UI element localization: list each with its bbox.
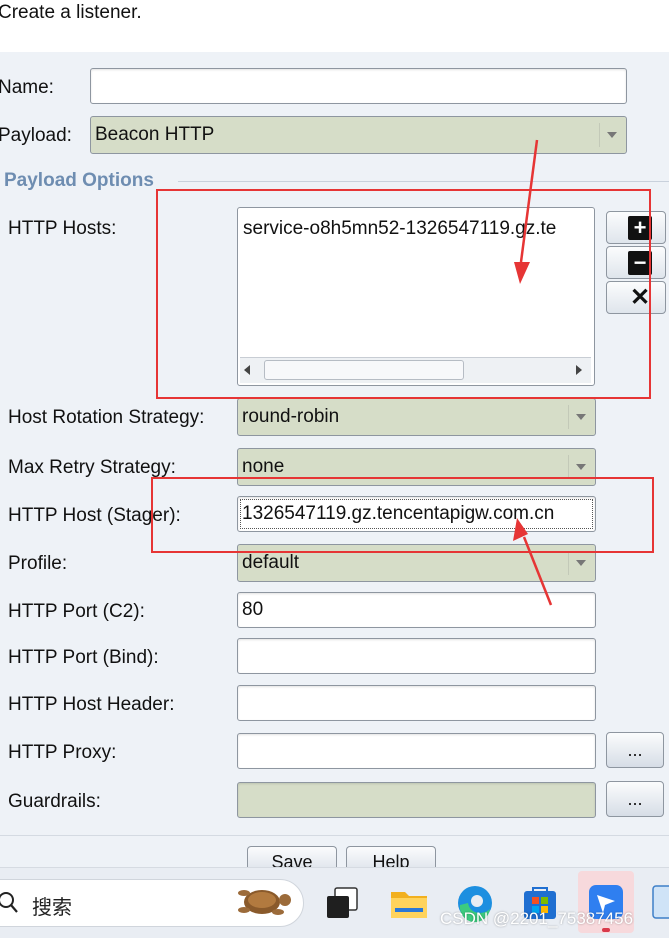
annotation-arrow-line-2 xyxy=(522,536,553,606)
task-view-icon[interactable] xyxy=(325,886,361,922)
annotation-arrows xyxy=(513,139,553,606)
search-icon xyxy=(0,892,18,913)
notepad-icon[interactable] xyxy=(650,883,669,923)
turtle-icon[interactable] xyxy=(230,880,298,922)
file-explorer-icon[interactable] xyxy=(389,884,429,922)
csdn-watermark: CSDN @2201_75387456 xyxy=(440,909,634,928)
annotation-arrow-line-1 xyxy=(519,139,539,263)
annotation-arrowhead-2 xyxy=(513,518,528,541)
annotation-arrowhead-1 xyxy=(514,262,530,284)
search-placeholder: 搜索 xyxy=(32,897,72,919)
